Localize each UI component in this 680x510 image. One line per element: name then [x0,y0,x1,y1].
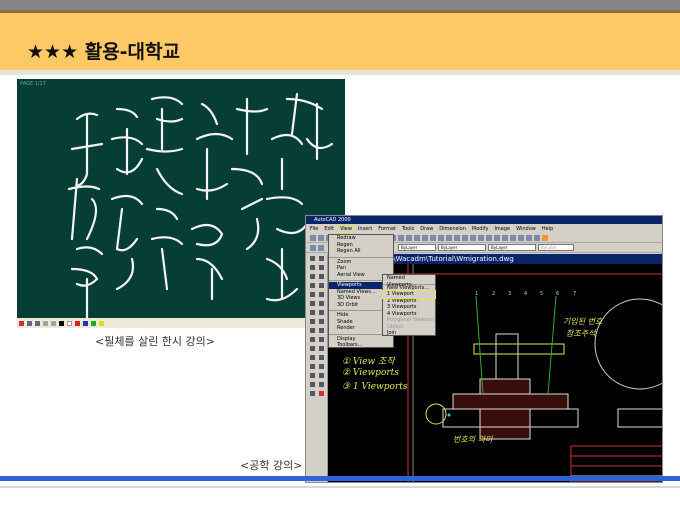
annotation: ③ 1 Viewports [342,382,408,392]
annotation: 번호의 의미 [453,435,493,444]
tool-icon[interactable] [35,320,40,326]
page-label: PAGE 1/17 [20,81,46,87]
balloon: 2 [492,291,496,297]
top-bar [0,0,680,10]
menu-item: Polygonal Viewport [387,317,435,323]
viewports-submenu: Named Viewports... New Viewports... 1 Vi… [382,274,436,336]
balloon: 1 [475,291,479,297]
annotation: ② Viewports [342,368,399,378]
annotation: ① View 조작 [342,357,395,367]
divider [0,70,680,75]
menu-dimension[interactable]: Dimension [439,226,466,232]
menu-image[interactable]: Image [494,226,510,232]
menu-window[interactable]: Window [516,226,536,232]
menu-draw[interactable]: Draw [420,226,433,232]
autocad-window: AutoCAD 2000 File Edit View Insert Forma… [305,215,663,483]
window-title: AutoCAD 2000 [306,216,662,224]
balloon: 4 [524,291,528,297]
color-blue[interactable] [83,320,88,326]
menu-view[interactable]: View [339,224,353,233]
menu-edit[interactable]: Edit [324,226,334,232]
plotstyle-select[interactable]: ByColor [538,244,574,251]
footer-line [0,476,680,481]
color-red[interactable] [75,320,80,326]
balloon: 3 [508,291,512,297]
balloon: 5 [540,291,544,297]
annotation: 기입된 번호 [563,317,603,326]
tool-icon[interactable] [27,320,32,326]
footer-divider [0,486,680,488]
menu-file[interactable]: File [310,226,318,232]
balloon: 7 [573,291,577,297]
menu-insert[interactable]: Insert [358,226,372,232]
board-toolbar [17,318,345,328]
color-green[interactable] [91,320,96,326]
linetype-select[interactable]: ByLayer [438,244,486,251]
menu-format[interactable]: Format [378,226,396,232]
prev-icon[interactable] [43,320,48,326]
color-black[interactable] [59,320,64,326]
draw-toolbox [308,254,328,482]
calligraphy-board: PAGE 1/17 [17,79,345,321]
menu-item[interactable]: Toolbars... [329,342,393,349]
menu-bar: File Edit View Insert Format Tools Draw … [306,224,662,233]
menu-tools[interactable]: Tools [402,226,414,232]
handwriting-strokes [67,92,334,321]
next-icon[interactable] [51,320,56,326]
lineweight-select[interactable]: ByLayer [488,244,536,251]
color-yellow[interactable] [99,320,104,326]
menu-item[interactable]: Join [383,330,435,337]
balloon: 6 [556,291,560,297]
color-white[interactable] [67,320,72,326]
close-icon[interactable] [19,320,24,326]
annotation: 참조주석 [566,329,596,338]
menu-help[interactable]: Help [542,226,553,232]
layer-select[interactable]: ByLayer [398,244,436,251]
caption-engineering: <공학 강의> [240,459,303,472]
slide-title: ★★★ 활용-대학교 [27,41,181,63]
menu-modify[interactable]: Modify [472,226,489,232]
caption-calligraphy: <필체를 살린 한시 강의> [95,335,216,348]
